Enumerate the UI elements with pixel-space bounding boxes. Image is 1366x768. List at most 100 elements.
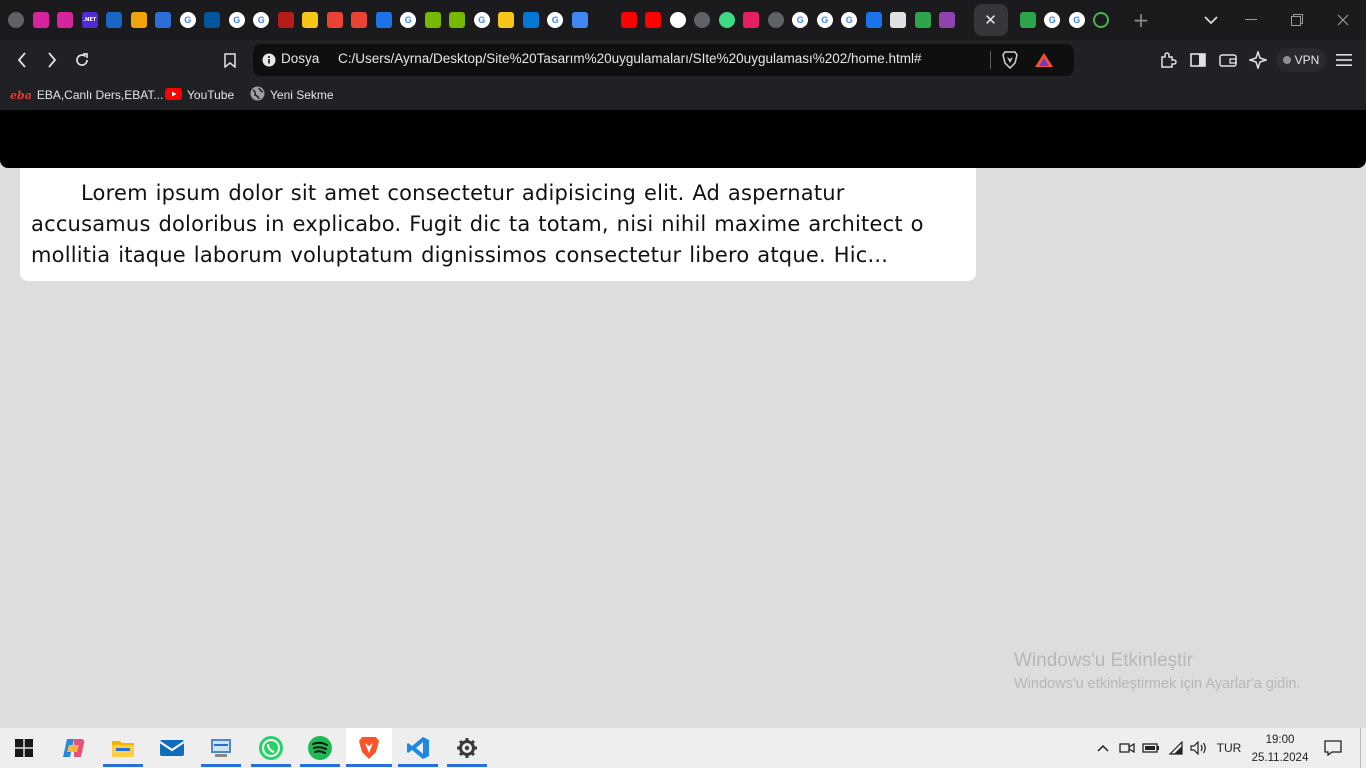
- tab[interactable]: [421, 0, 446, 40]
- spotify-button[interactable]: [300, 728, 340, 768]
- site-header: [0, 110, 1366, 168]
- tab[interactable]: [274, 0, 299, 40]
- minimize-button[interactable]: [1237, 8, 1265, 32]
- tab[interactable]: [568, 0, 593, 40]
- show-desktop-divider[interactable]: [1360, 728, 1361, 768]
- tab[interactable]: G: [396, 0, 421, 40]
- tab[interactable]: [641, 0, 666, 40]
- tab[interactable]: [372, 0, 397, 40]
- back-button[interactable]: [10, 48, 34, 72]
- leo-ai-icon[interactable]: [1246, 48, 1270, 72]
- wallet-icon[interactable]: [1216, 48, 1240, 72]
- copilot-icon: [63, 739, 85, 757]
- running-indicator: [398, 764, 438, 767]
- google-icon: G: [841, 12, 858, 28]
- tab[interactable]: [200, 0, 225, 40]
- close-window-button[interactable]: [1329, 8, 1357, 32]
- globe-icon: [767, 12, 784, 28]
- brave-shields-icon[interactable]: [998, 48, 1022, 72]
- tab[interactable]: [323, 0, 348, 40]
- tab[interactable]: [592, 0, 617, 40]
- menu-icon[interactable]: [1332, 48, 1356, 72]
- youtube-icon: [645, 12, 662, 28]
- tab[interactable]: [151, 0, 176, 40]
- forward-button[interactable]: [40, 48, 64, 72]
- tab[interactable]: [102, 0, 127, 40]
- tab[interactable]: [1016, 0, 1041, 40]
- tab[interactable]: [53, 0, 78, 40]
- tab[interactable]: .NET: [78, 0, 103, 40]
- tab[interactable]: G: [813, 0, 838, 40]
- tab[interactable]: [935, 0, 960, 40]
- new-tab-button[interactable]: +: [1130, 8, 1152, 32]
- tab[interactable]: [617, 0, 642, 40]
- tab[interactable]: G: [1040, 0, 1065, 40]
- tab[interactable]: [29, 0, 54, 40]
- settings-button[interactable]: [447, 728, 487, 768]
- tab[interactable]: [666, 0, 691, 40]
- bookmark-yeni-sekme[interactable]: Yeni Sekme: [250, 86, 334, 104]
- mail-button[interactable]: [152, 728, 192, 768]
- tab[interactable]: G: [225, 0, 250, 40]
- clock[interactable]: 19:00 25.11.2024: [1248, 731, 1312, 767]
- tab[interactable]: [690, 0, 715, 40]
- tab[interactable]: [4, 0, 29, 40]
- vscode-button[interactable]: [398, 728, 438, 768]
- brave-button[interactable]: [346, 728, 392, 768]
- whatsapp-icon: [259, 736, 283, 760]
- url-text[interactable]: C:/Users/Ayrna/Desktop/Site%20Tasarım%20…: [338, 51, 922, 66]
- whatsapp-button[interactable]: [251, 728, 291, 768]
- flag-icon: [865, 12, 882, 28]
- globe-icon: [694, 12, 711, 28]
- tab[interactable]: [298, 0, 323, 40]
- tab[interactable]: G: [788, 0, 813, 40]
- security-label[interactable]: Dosya: [281, 51, 319, 66]
- running-indicator: [346, 764, 392, 767]
- bookmark-eba[interactable]: eba EBA,Canlı Ders,EBAT...: [10, 86, 163, 104]
- sidebar-icon[interactable]: [1186, 48, 1210, 72]
- active-tab-close-button[interactable]: ✕: [973, 4, 1008, 36]
- wifi-icon[interactable]: [1167, 738, 1185, 758]
- restore-button[interactable]: [1283, 8, 1311, 32]
- tab[interactable]: G: [249, 0, 274, 40]
- tab[interactable]: [127, 0, 152, 40]
- tab[interactable]: [1089, 0, 1114, 40]
- meet-now-icon[interactable]: [1118, 738, 1136, 758]
- tab[interactable]: [715, 0, 740, 40]
- tab[interactable]: [886, 0, 911, 40]
- tab[interactable]: G: [543, 0, 568, 40]
- start-button[interactable]: [4, 728, 44, 768]
- notification-icon[interactable]: [1323, 738, 1343, 758]
- bookmark-youtube[interactable]: YouTube: [165, 86, 234, 104]
- tab[interactable]: [519, 0, 544, 40]
- tab[interactable]: G: [176, 0, 201, 40]
- tab[interactable]: [764, 0, 789, 40]
- tab[interactable]: G: [1065, 0, 1090, 40]
- tab[interactable]: [911, 0, 936, 40]
- tab[interactable]: [862, 0, 887, 40]
- tab[interactable]: G: [470, 0, 495, 40]
- google-icon: G: [816, 12, 833, 28]
- control-panel-button[interactable]: [201, 728, 241, 768]
- brave-rewards-icon[interactable]: [1032, 48, 1056, 72]
- tab[interactable]: [347, 0, 372, 40]
- globe-icon: [8, 12, 25, 28]
- lorem-paragraph: Lorem ipsum dolor sit amet consectetur a…: [31, 181, 924, 267]
- reload-button[interactable]: [70, 48, 94, 72]
- tab-search-chevron-icon[interactable]: [1200, 10, 1222, 30]
- tab[interactable]: [445, 0, 470, 40]
- tab[interactable]: [739, 0, 764, 40]
- vpn-button[interactable]: VPN: [1276, 48, 1326, 72]
- extensions-icon[interactable]: [1156, 48, 1180, 72]
- copilot-button[interactable]: [54, 728, 94, 768]
- volume-icon[interactable]: [1189, 738, 1209, 758]
- input-language[interactable]: TUR: [1213, 738, 1245, 758]
- bookmark-icon[interactable]: [218, 48, 242, 72]
- show-hidden-icons-chevron-icon[interactable]: [1095, 738, 1111, 758]
- vpn-status-dot: [1282, 56, 1291, 64]
- info-icon[interactable]: [262, 52, 276, 67]
- file-explorer-button[interactable]: [103, 728, 143, 768]
- battery-icon[interactable]: [1141, 738, 1161, 758]
- tab[interactable]: [494, 0, 519, 40]
- tab[interactable]: G: [837, 0, 862, 40]
